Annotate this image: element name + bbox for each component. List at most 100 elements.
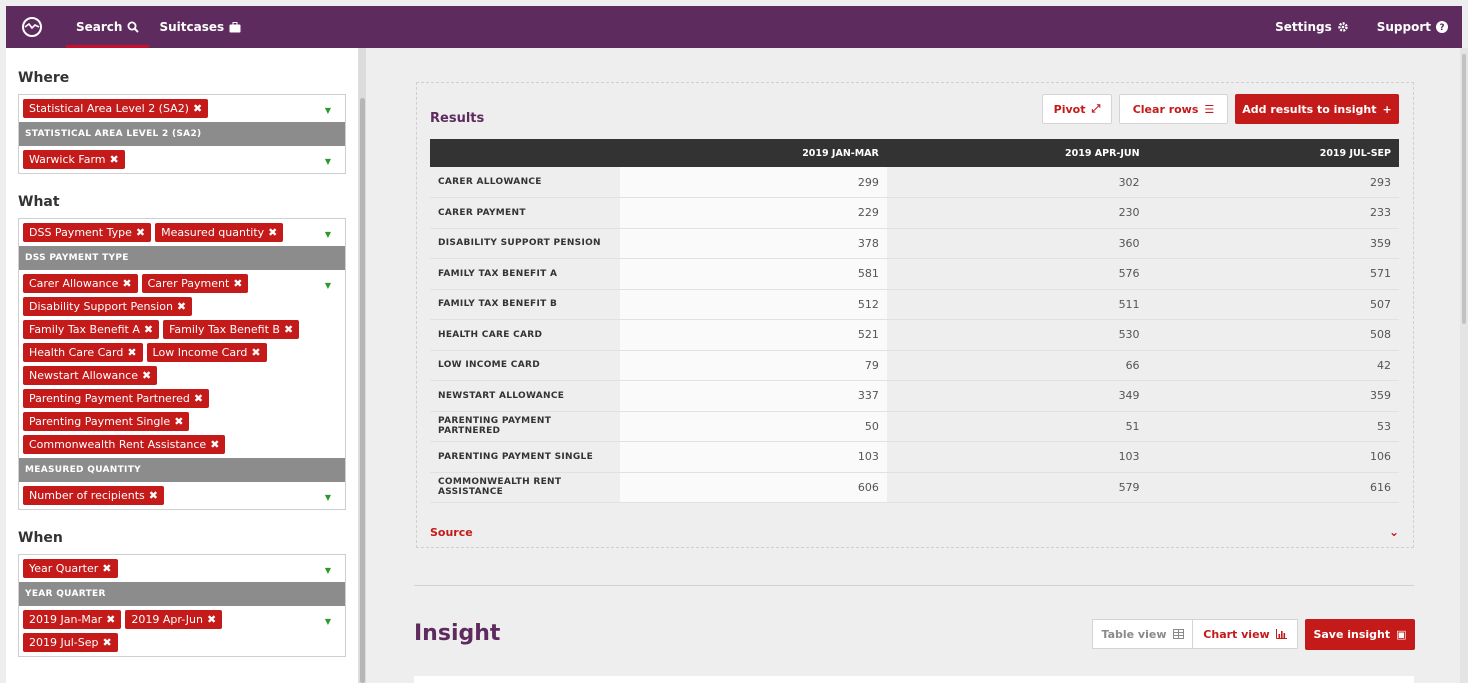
row-label: FAMILY TAX BENEFIT B [430, 289, 620, 320]
filter-tag[interactable]: Measured quantity ✖ [155, 223, 284, 242]
filter-tag[interactable]: Parenting Payment Partnered ✖ [23, 389, 210, 408]
table-cell: 106 [1147, 441, 1399, 473]
year-quarter-select[interactable]: 2019 Jan-Mar ✖ 2019 Apr-Jun ✖ 2019 Jul-Sep ✖ … [19, 606, 345, 656]
filter-tag[interactable]: Newstart Allowance ✖ [23, 366, 158, 385]
column-header[interactable]: 2019 JUL-SEP [1147, 139, 1399, 167]
remove-tag-icon[interactable]: ✖ [144, 323, 153, 336]
filter-tag[interactable]: 2019 Apr-Jun ✖ [125, 610, 223, 629]
remove-tag-icon[interactable]: ✖ [106, 613, 115, 626]
remove-tag-icon[interactable]: ✖ [251, 346, 260, 359]
filter-tag[interactable]: Low Income Card ✖ [146, 343, 267, 362]
chevron-down-icon[interactable]: ⌄ [1389, 525, 1399, 539]
filter-tag[interactable]: Number of recipients ✖ [23, 486, 164, 505]
table-row[interactable]: DISABILITY SUPPORT PENSION 378 360 359 [430, 228, 1399, 259]
table-row[interactable]: PARENTING PAYMENT SINGLE 103 103 106 [430, 441, 1399, 473]
table-row[interactable]: CARER PAYMENT 229 230 233 [430, 197, 1399, 229]
nav-search[interactable]: Search [66, 6, 150, 48]
table-cell: 616 [1147, 472, 1399, 503]
filter-tag[interactable]: Family Tax Benefit B ✖ [163, 320, 300, 339]
table-row[interactable]: CARER ALLOWANCE 299 302 293 [430, 167, 1399, 198]
chart-view-button[interactable]: Chart view [1192, 619, 1298, 649]
chevron-down-icon[interactable]: ▼ [321, 106, 335, 115]
remove-tag-icon[interactable]: ✖ [122, 277, 131, 290]
table-row[interactable]: LOW INCOME CARD 79 66 42 [430, 350, 1399, 381]
filter-tag[interactable]: DSS Payment Type ✖ [23, 223, 152, 242]
nav-suitcases[interactable]: Suitcases [149, 6, 251, 48]
remove-tag-icon[interactable]: ✖ [207, 613, 216, 626]
nav-support[interactable]: Support ? [1363, 6, 1462, 48]
filter-tag[interactable]: Carer Allowance ✖ [23, 274, 138, 293]
remove-tag-icon[interactable]: ✖ [127, 346, 136, 359]
filter-tag[interactable]: Carer Payment ✖ [141, 274, 249, 293]
table-cell: 337 [620, 380, 887, 412]
where-area-select[interactable]: Warwick Farm ✖ ▼ [19, 146, 345, 173]
results-table-body: CARER ALLOWANCE 299 302 293 CARER PAYMENT 229… [430, 167, 1399, 503]
remove-tag-icon[interactable]: ✖ [233, 277, 242, 290]
measured-quantity-select[interactable]: Number of recipients ✖ ▼ [19, 482, 345, 509]
clear-rows-button[interactable]: Clear rows ☰ [1119, 94, 1228, 124]
remove-tag-icon[interactable]: ✖ [149, 489, 158, 502]
table-cell: 229 [620, 197, 887, 229]
filter-tag[interactable]: Year Quarter ✖ [23, 559, 118, 578]
filter-tag[interactable]: Health Care Card ✖ [23, 343, 143, 362]
remove-tag-icon[interactable]: ✖ [194, 392, 203, 405]
remove-tag-icon[interactable]: ✖ [210, 438, 219, 451]
where-level-select[interactable]: Statistical Area Level 2 (SA2) ✖ ▼ [19, 95, 345, 122]
chevron-down-icon[interactable]: ▼ [321, 230, 335, 239]
chevron-down-icon[interactable]: ▼ [321, 281, 335, 290]
column-header[interactable]: 2019 APR-JUN [886, 139, 1148, 167]
chevron-down-icon[interactable]: ▼ [321, 566, 335, 575]
row-label: COMMONWEALTH RENT ASSISTANCE [430, 472, 620, 503]
remove-tag-icon[interactable]: ✖ [110, 153, 119, 166]
pivot-button[interactable]: Pivot ⤢ [1042, 94, 1112, 124]
table-row[interactable]: PARENTING PAYMENT PARTNERED 50 51 53 [430, 411, 1399, 442]
logo-icon[interactable] [20, 15, 44, 39]
what-heading: What [18, 194, 60, 210]
what-dimension-select[interactable]: DSS Payment Type ✖ Measured quantity ✖ ▼ [19, 219, 345, 246]
when-dimension-select[interactable]: Year Quarter ✖ ▼ [19, 555, 345, 582]
sidebar-scrollbar-thumb[interactable] [360, 98, 365, 683]
filter-tag[interactable]: 2019 Jul-Sep ✖ [23, 633, 118, 652]
filter-tag[interactable]: 2019 Jan-Mar ✖ [23, 610, 122, 629]
filter-tag[interactable]: Warwick Farm ✖ [23, 150, 125, 169]
table-row[interactable]: NEWSTART ALLOWANCE 337 349 359 [430, 380, 1399, 412]
table-cell: 51 [886, 411, 1148, 442]
table-cell: 299 [620, 167, 887, 198]
when-selector: Year Quarter ✖ ▼ YEAR QUARTER 2019 Jan-Ma… [18, 554, 346, 657]
filter-tag[interactable]: Family Tax Benefit A ✖ [23, 320, 160, 339]
table-row[interactable]: HEALTH CARE CARD 521 530 508 [430, 319, 1399, 351]
remove-tag-icon[interactable]: ✖ [102, 562, 111, 575]
remove-tag-icon[interactable]: ✖ [136, 226, 145, 239]
add-results-to-insight-button[interactable]: Add results to insight + [1235, 94, 1399, 124]
chevron-down-icon[interactable]: ▼ [321, 493, 335, 502]
save-insight-button[interactable]: Save insight ▣ [1305, 619, 1415, 650]
remove-tag-icon[interactable]: ✖ [268, 226, 277, 239]
filter-tag-label: 2019 Jan-Mar [29, 613, 103, 626]
filter-tag[interactable]: Disability Support Pension ✖ [23, 297, 193, 316]
filter-tag[interactable]: Commonwealth Rent Assistance ✖ [23, 435, 226, 454]
remove-tag-icon[interactable]: ✖ [284, 323, 293, 336]
remove-tag-icon[interactable]: ✖ [142, 369, 151, 382]
nav-settings[interactable]: Settings [1261, 6, 1363, 48]
remove-tag-icon[interactable]: ✖ [102, 636, 111, 649]
chevron-down-icon[interactable]: ▼ [321, 617, 335, 626]
filter-tag[interactable]: Parenting Payment Single ✖ [23, 412, 190, 431]
table-view-button[interactable]: Table view [1092, 619, 1193, 649]
page-scrollbar-thumb[interactable] [1462, 54, 1466, 324]
remove-tag-icon[interactable]: ✖ [174, 415, 183, 428]
column-header[interactable]: 2019 JAN-MAR [620, 139, 887, 167]
filter-tag[interactable]: Statistical Area Level 2 (SA2) ✖ [23, 99, 209, 118]
remove-tag-icon[interactable]: ✖ [177, 300, 186, 313]
measured-quantity-group-header: MEASURED QUANTITY [19, 458, 345, 482]
payment-type-select[interactable]: Carer Allowance ✖ Carer Payment ✖ Disability… [19, 270, 345, 458]
chevron-down-icon[interactable]: ▼ [321, 157, 335, 166]
table-row[interactable]: COMMONWEALTH RENT ASSISTANCE 606 579 616 [430, 472, 1399, 503]
source-toggle[interactable]: Source [430, 526, 473, 539]
what-dimension-tags: DSS Payment Type ✖ Measured quantity ✖ [23, 223, 321, 246]
table-cell: 42 [1147, 350, 1399, 381]
table-row[interactable]: FAMILY TAX BENEFIT A 581 576 571 [430, 258, 1399, 290]
when-dimension-tags: Year Quarter ✖ [23, 559, 321, 582]
remove-tag-icon[interactable]: ✖ [193, 102, 202, 115]
table-row[interactable]: FAMILY TAX BENEFIT B 512 511 507 [430, 289, 1399, 320]
svg-text:?: ? [1439, 23, 1444, 33]
